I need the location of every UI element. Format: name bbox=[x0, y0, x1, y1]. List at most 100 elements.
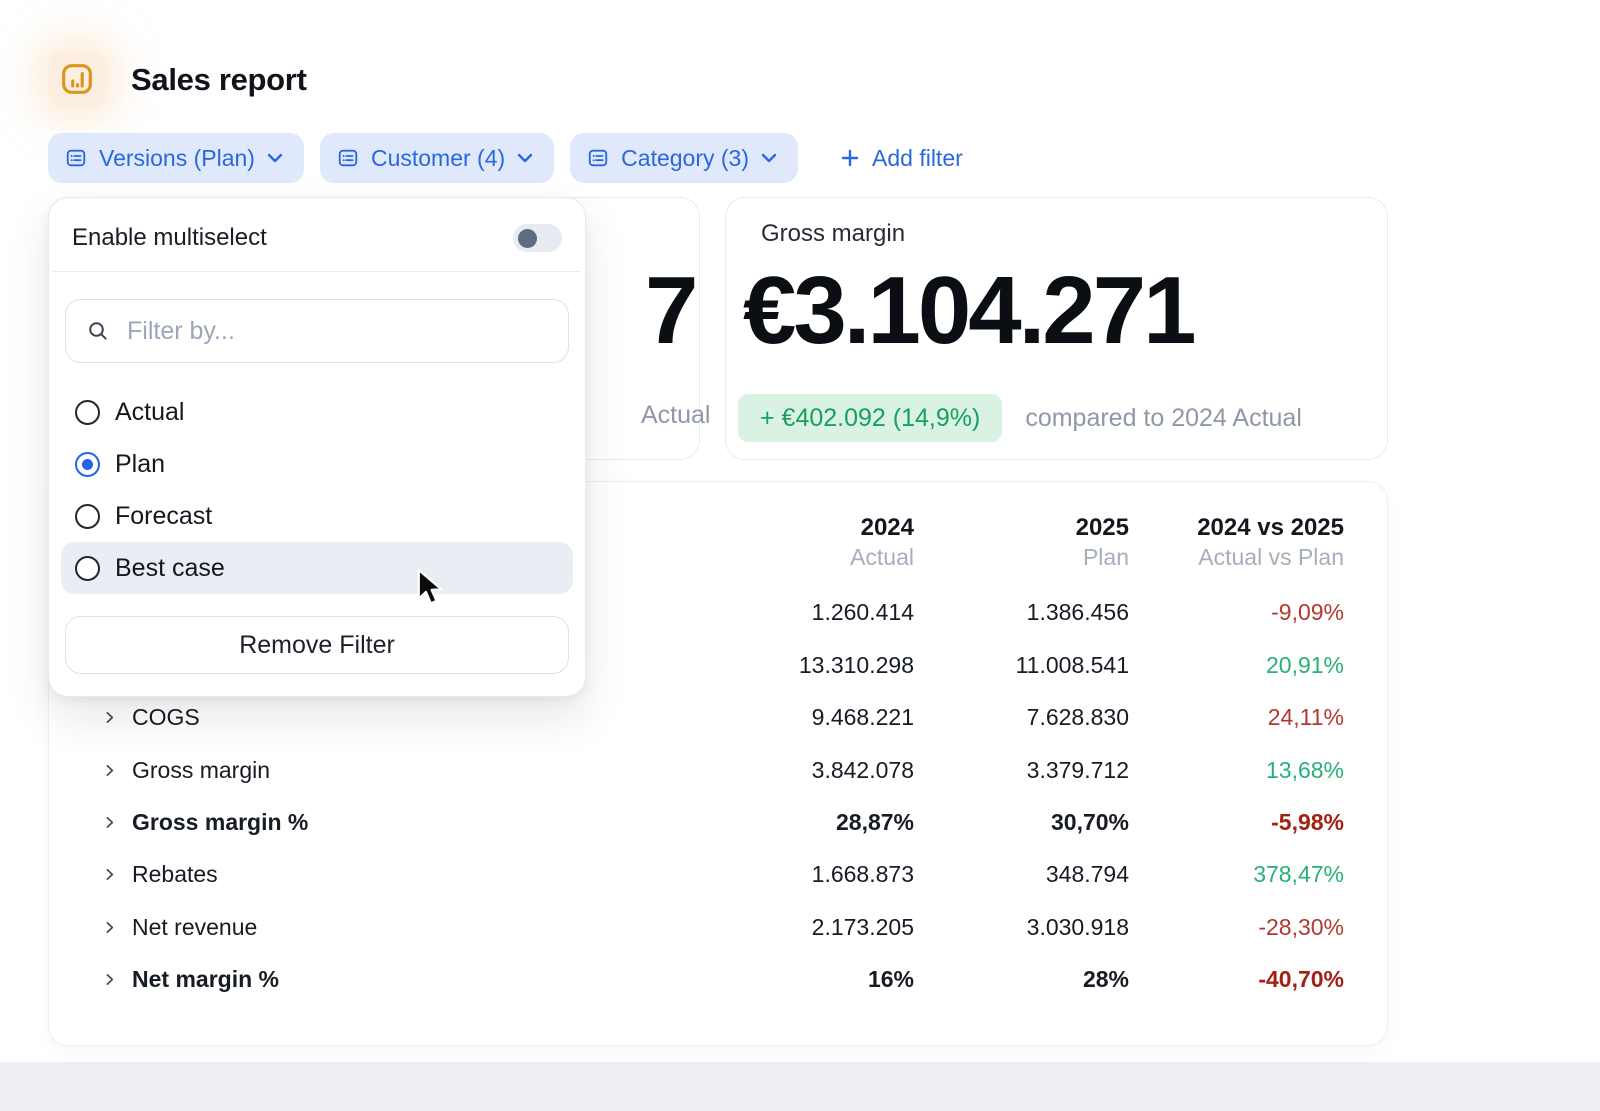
kpi-card-gross-margin: Gross margin €3.104.271 + €402.092 (14,9… bbox=[725, 197, 1388, 460]
row-delta: 24,11% bbox=[1129, 704, 1344, 731]
row-label: Gross margin % bbox=[132, 809, 308, 836]
row-label: Rebates bbox=[132, 861, 218, 888]
version-option-label: Forecast bbox=[115, 502, 212, 531]
bar-chart-icon bbox=[58, 60, 96, 98]
row-value-2024: 1.260.414 bbox=[614, 599, 914, 626]
list-filter-icon bbox=[64, 147, 88, 169]
version-options-list: Actual Plan Forecast Best case bbox=[61, 386, 573, 594]
chevron-down-icon bbox=[516, 152, 534, 164]
version-option-label: Actual bbox=[115, 398, 184, 427]
column-scenario: Plan bbox=[914, 543, 1129, 573]
kpi-left-caption-fragment: Actual bbox=[641, 401, 710, 430]
column-year: 2024 bbox=[614, 514, 914, 543]
table-row[interactable]: Net margin % 16%28%-40,70% bbox=[101, 953, 1344, 1005]
versions-filter-dropdown: Enable multiselect Actual Plan Forecast Bes… bbox=[48, 197, 586, 697]
chevron-down-icon bbox=[760, 152, 778, 164]
version-option-forecast[interactable]: Forecast bbox=[61, 490, 573, 542]
row-value-2025: 1.386.456 bbox=[914, 599, 1129, 626]
row-value-2024: 2.173.205 bbox=[614, 914, 914, 941]
chevron-right-icon bbox=[101, 866, 118, 883]
row-value-2025: 348.794 bbox=[914, 861, 1129, 888]
row-delta: 378,47% bbox=[1129, 861, 1344, 888]
table-row[interactable]: Gross margin % 28,87%30,70%-5,98% bbox=[101, 796, 1344, 848]
version-option-best-case[interactable]: Best case bbox=[61, 542, 573, 594]
list-filter-icon bbox=[336, 147, 360, 169]
chevron-right-icon bbox=[101, 762, 118, 779]
table-column-header: 2024Actual bbox=[614, 514, 914, 573]
filter-search-box bbox=[65, 299, 569, 363]
remove-filter-button[interactable]: Remove Filter bbox=[65, 616, 569, 674]
row-value-2024: 1.668.873 bbox=[614, 861, 914, 888]
filter-chip-label: Customer (4) bbox=[371, 145, 505, 172]
row-value-2025: 7.628.830 bbox=[914, 704, 1129, 731]
column-scenario: Actual vs Plan bbox=[1129, 543, 1344, 573]
chevron-right-icon bbox=[101, 919, 118, 936]
table-column-header: 2025Plan bbox=[914, 514, 1129, 573]
row-delta: -28,30% bbox=[1129, 914, 1344, 941]
report-icon-badge bbox=[48, 50, 106, 108]
row-delta: -9,09% bbox=[1129, 599, 1344, 626]
row-value-2024: 28,87% bbox=[614, 809, 914, 836]
column-year: 2024 vs 2025 bbox=[1129, 514, 1344, 543]
filter-chip-versions-plan[interactable]: Versions (Plan) bbox=[48, 133, 304, 183]
kpi-value: €3.104.271 bbox=[743, 256, 1193, 366]
chevron-right-icon bbox=[101, 709, 118, 726]
add-filter-button[interactable]: Add filter bbox=[824, 133, 977, 183]
page-title: Sales report bbox=[131, 62, 307, 98]
row-value-2024: 9.468.221 bbox=[614, 704, 914, 731]
kpi-left-value-fragment: 7 bbox=[645, 256, 695, 366]
radio-button bbox=[75, 452, 100, 477]
row-value-2025: 3.030.918 bbox=[914, 914, 1129, 941]
filter-chip-label: Category (3) bbox=[621, 145, 749, 172]
column-year: 2025 bbox=[914, 514, 1129, 543]
sales-report-page: Sales report Versions (Plan) Customer (4)… bbox=[0, 0, 1600, 1111]
table-row[interactable]: Gross margin3.842.0783.379.71213,68% bbox=[101, 744, 1344, 796]
filter-chip-customer-4[interactable]: Customer (4) bbox=[320, 133, 554, 183]
plus-icon bbox=[838, 146, 862, 170]
radio-button bbox=[75, 504, 100, 529]
row-delta: -5,98% bbox=[1129, 809, 1344, 836]
row-delta: 20,91% bbox=[1129, 652, 1344, 679]
chevron-down-icon bbox=[266, 152, 284, 164]
dropdown-divider bbox=[53, 271, 581, 272]
kpi-title: Gross margin bbox=[761, 220, 905, 248]
radio-button bbox=[75, 556, 100, 581]
kpi-delta-badge: + €402.092 (14,9%) bbox=[738, 394, 1002, 442]
row-value-2024: 16% bbox=[614, 966, 914, 993]
row-delta: -40,70% bbox=[1129, 966, 1344, 993]
toggle-knob bbox=[518, 229, 537, 248]
filter-chip-category-3[interactable]: Category (3) bbox=[570, 133, 798, 183]
row-label: Net revenue bbox=[132, 914, 257, 941]
row-value-2025: 28% bbox=[914, 966, 1129, 993]
version-option-plan[interactable]: Plan bbox=[61, 438, 573, 490]
chevron-right-icon bbox=[101, 814, 118, 831]
row-label: Net margin % bbox=[132, 966, 279, 993]
row-value-2025: 11.008.541 bbox=[914, 652, 1129, 679]
column-scenario: Actual bbox=[614, 543, 914, 573]
radio-button bbox=[75, 400, 100, 425]
row-value-2025: 3.379.712 bbox=[914, 757, 1129, 784]
table-column-header: 2024 vs 2025Actual vs Plan bbox=[1129, 514, 1344, 573]
list-filter-icon bbox=[586, 147, 610, 169]
row-delta: 13,68% bbox=[1129, 757, 1344, 784]
filter-search-input[interactable] bbox=[127, 317, 548, 346]
version-option-label: Best case bbox=[115, 554, 225, 583]
row-value-2024: 13.310.298 bbox=[614, 652, 914, 679]
multiselect-toggle[interactable] bbox=[513, 224, 562, 252]
enable-multiselect-label: Enable multiselect bbox=[72, 224, 267, 252]
table-row[interactable]: Rebates 1.668.873348.794378,47% bbox=[101, 849, 1344, 901]
row-value-2025: 30,70% bbox=[914, 809, 1129, 836]
filter-bar: Versions (Plan)Customer (4)Category (3) … bbox=[48, 133, 977, 183]
row-label: COGS bbox=[132, 704, 200, 731]
page-bottom-strip bbox=[0, 1062, 1600, 1111]
table-row[interactable]: Net revenue 2.173.2053.030.918-28,30% bbox=[101, 901, 1344, 953]
chevron-right-icon bbox=[101, 971, 118, 988]
filter-chip-label: Versions (Plan) bbox=[99, 145, 255, 172]
row-value-2024: 3.842.078 bbox=[614, 757, 914, 784]
search-icon bbox=[86, 319, 110, 343]
kpi-comparison-text: compared to 2024 Actual bbox=[1025, 404, 1302, 433]
table-row[interactable]: COGS 9.468.2217.628.83024,11% bbox=[101, 691, 1344, 743]
version-option-actual[interactable]: Actual bbox=[61, 386, 573, 438]
add-filter-label: Add filter bbox=[872, 145, 963, 172]
version-option-label: Plan bbox=[115, 450, 165, 479]
